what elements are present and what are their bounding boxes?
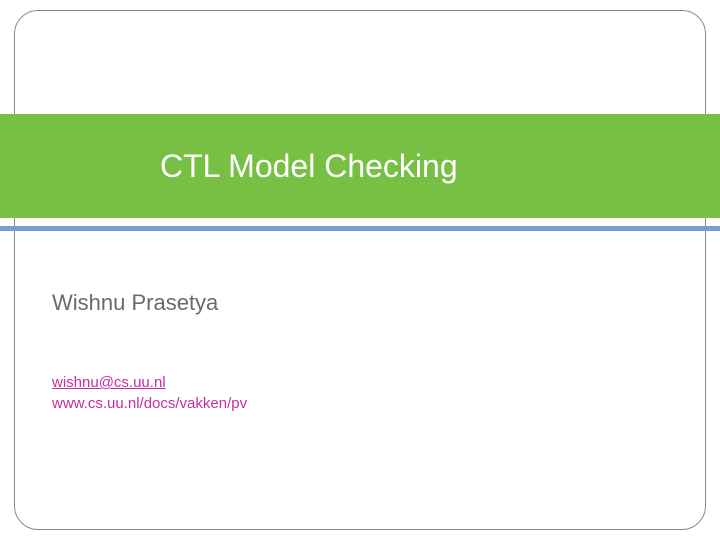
content-area: Wishnu Prasetya wishnu@cs.uu.nl www.cs.u… (52, 290, 668, 412)
author-name: Wishnu Prasetya (52, 290, 668, 316)
slide-title: CTL Model Checking (160, 148, 458, 185)
email-link[interactable]: wishnu@cs.uu.nl (52, 374, 668, 391)
website-url: www.cs.uu.nl/docs/vakken/pv (52, 395, 668, 412)
slide-border (14, 10, 706, 530)
accent-divider (0, 226, 720, 231)
title-band: CTL Model Checking (0, 114, 720, 218)
